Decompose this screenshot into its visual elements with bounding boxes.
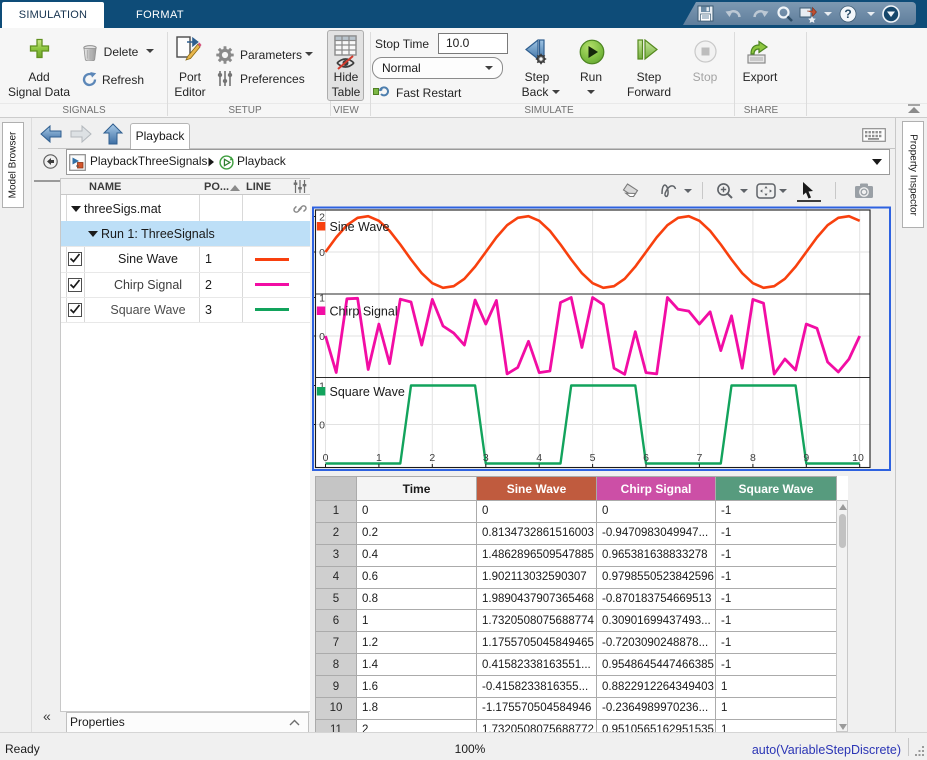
- svg-text:2: 2: [319, 212, 325, 224]
- svg-text:8: 8: [750, 452, 756, 464]
- svg-text:1: 1: [319, 293, 325, 305]
- svg-text:0: 0: [319, 420, 325, 432]
- svg-text:7: 7: [696, 452, 702, 464]
- svg-text:0: 0: [323, 452, 329, 464]
- svg-text:10: 10: [852, 452, 864, 464]
- svg-text:0: 0: [319, 247, 325, 259]
- svg-text:?: ?: [844, 7, 851, 21]
- svg-text:2: 2: [429, 452, 435, 464]
- svg-text:4: 4: [536, 452, 542, 464]
- svg-text:Chirp Signal: Chirp Signal: [330, 305, 398, 319]
- svg-text:0: 0: [319, 331, 325, 343]
- svg-text:3: 3: [483, 452, 489, 464]
- svg-text:5: 5: [590, 452, 596, 464]
- svg-text:Square Wave: Square Wave: [330, 385, 405, 399]
- svg-text:1: 1: [376, 452, 382, 464]
- svg-text:6: 6: [643, 452, 649, 464]
- svg-text:9: 9: [803, 452, 809, 464]
- svg-text:Sine Wave: Sine Wave: [330, 220, 390, 234]
